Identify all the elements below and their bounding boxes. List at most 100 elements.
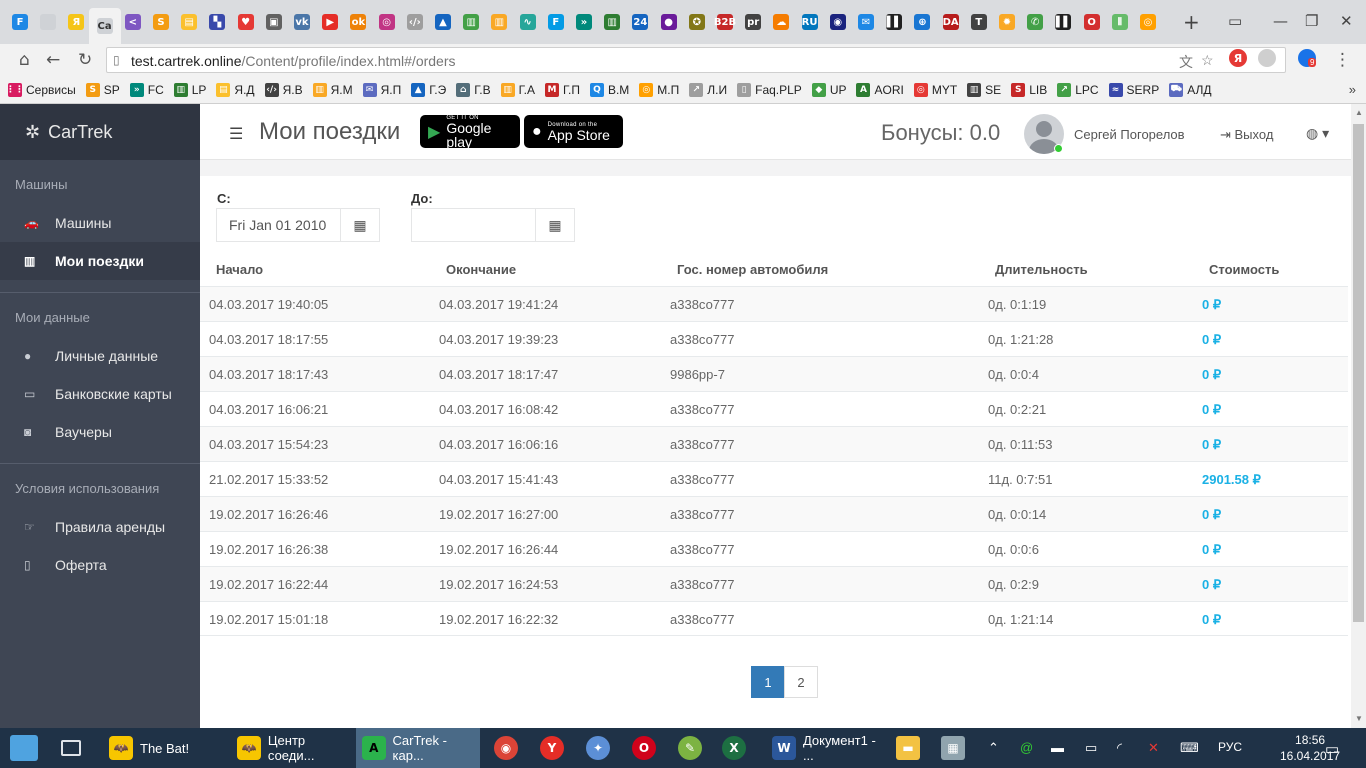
file-explorer-icon[interactable]: ▬ <box>896 736 920 760</box>
new-tab-button[interactable]: + <box>1183 12 1200 32</box>
browser-tab[interactable]: B2B <box>714 8 736 36</box>
browser-tab[interactable]: ▥ <box>461 8 481 36</box>
back-icon[interactable]: ← <box>46 50 60 70</box>
browser-tab[interactable]: ok <box>348 8 368 36</box>
browser-tab[interactable]: ● <box>659 8 679 36</box>
start-button[interactable] <box>0 728 48 768</box>
calculator-icon[interactable]: ▦ <box>941 736 965 760</box>
bookmark-14[interactable]: ↗ Л.И <box>689 82 727 97</box>
browser-tab[interactable]: ∿ <box>518 8 538 36</box>
col-start-header[interactable]: Начало <box>216 262 263 286</box>
yandex-extension-icon[interactable]: Я <box>1229 49 1247 67</box>
google-play-badge[interactable]: ▶ GET IT ON Google play <box>420 115 520 149</box>
bookmark-6[interactable]: ▥ Я.М <box>312 82 353 97</box>
close-window-button[interactable]: ✕ <box>1340 12 1353 30</box>
table-row[interactable]: 19.02.2017 15:01:18 19.02.2017 16:22:32 а3… <box>200 601 1348 636</box>
browser-menu-icon[interactable]: ⋮ <box>1334 50 1351 70</box>
bookmark-22[interactable]: ≈ SERP <box>1108 82 1159 97</box>
sidebar-item[interactable]: 🚗 Машины <box>0 204 200 242</box>
col-end-header[interactable]: Окончание <box>446 262 516 286</box>
bookmark-11[interactable]: M Г.П <box>544 82 580 97</box>
table-row[interactable]: 19.02.2017 16:26:38 19.02.2017 16:26:44 а3… <box>200 531 1348 566</box>
table-row[interactable]: 04.03.2017 19:40:05 04.03.2017 19:41:24 а3… <box>200 286 1348 321</box>
calendar-from-button[interactable]: ▦ <box>340 208 380 242</box>
home-icon[interactable]: ⌂ <box>19 50 30 70</box>
bookmark-10[interactable]: ▥ Г.А <box>500 82 535 97</box>
browser-tab[interactable]: ▌▌ <box>1053 8 1073 36</box>
browser-tab[interactable]: Са <box>88 8 121 44</box>
bookmark-21[interactable]: ↗ LPC <box>1057 82 1099 97</box>
sidebar-item[interactable]: ● Личные данные <box>0 337 200 375</box>
language-globe-icon[interactable]: ◍ ▾ <box>1306 125 1329 142</box>
browser-tab[interactable]: ▥ <box>602 8 622 36</box>
browser-tab[interactable]: S <box>151 8 171 36</box>
bookmark-9[interactable]: ⌂ Г.В <box>456 82 491 97</box>
address-bar[interactable]: ▯ test.cartrek.online/Content/profile/in… <box>106 47 1286 73</box>
col-duration-header[interactable]: Длительность <box>995 262 1088 286</box>
browser-tab[interactable]: 24 <box>630 8 650 36</box>
bookmark-17[interactable]: A AORI <box>856 82 904 97</box>
browser-tab[interactable]: ◉ <box>828 8 848 36</box>
date-from-input[interactable] <box>216 208 341 242</box>
logout-link[interactable]: ⇥ Выход <box>1220 127 1273 143</box>
taskbar-window-button[interactable]: A CarTrek - кар... <box>356 728 480 768</box>
bookmark-20[interactable]: S LIB <box>1011 82 1047 97</box>
table-row[interactable]: 04.03.2017 18:17:55 04.03.2017 19:39:23 а3… <box>200 321 1348 356</box>
browser-tab[interactable]: ⊕ <box>912 8 932 36</box>
col-cost-header[interactable]: Стоимость <box>1209 262 1279 286</box>
browser-tab[interactable]: ✉ <box>856 8 876 36</box>
restore-tabs-icon[interactable]: ▭ <box>1228 12 1242 30</box>
browser-tab[interactable]: DA <box>941 8 961 36</box>
browser-tab[interactable]: ✹ <box>997 8 1017 36</box>
bookmark-1[interactable]: S SP <box>85 82 120 97</box>
sidebar-item[interactable]: ◙ Ваучеры <box>0 413 200 451</box>
col-plate-header[interactable]: Гос. номер автомобиля <box>677 262 828 286</box>
page-2-button[interactable]: 2 <box>784 666 818 698</box>
sidebar-item[interactable]: ☞ Правила аренды <box>0 508 200 546</box>
bookmark-7[interactable]: ✉ Я.П <box>362 82 401 97</box>
browser-tab[interactable]: Я <box>66 8 86 36</box>
app-store-badge[interactable]: ● Download on the App Store <box>524 115 623 148</box>
browser-tab[interactable]: ✪ <box>687 8 707 36</box>
page-info-icon[interactable]: ▯ <box>113 53 120 67</box>
page-1-button[interactable]: 1 <box>751 666 785 698</box>
bookmarks-more-icon[interactable]: » <box>1349 82 1356 97</box>
bookmark-4[interactable]: ▤ Я.Д <box>216 82 255 97</box>
calendar-to-button[interactable]: ▦ <box>535 208 575 242</box>
browser-tab[interactable]: ▥ <box>489 8 509 36</box>
taskbar-window-button[interactable]: 🦇 Центр соеди... <box>231 728 355 768</box>
tray-language[interactable]: РУС <box>1218 740 1242 754</box>
date-to-input[interactable] <box>411 208 536 242</box>
browser-tab[interactable]: ✆ <box>1025 8 1045 36</box>
tray-flag-icon[interactable]: ▬ <box>1051 740 1064 755</box>
taskbar-word-window[interactable]: W Документ1 - ... <box>766 728 890 768</box>
tray-at-icon[interactable]: @ <box>1020 740 1033 755</box>
sidebar-item[interactable]: ▯ Оферта <box>0 546 200 584</box>
extension-badge-icon[interactable]: 9 <box>1298 49 1317 67</box>
browser-tab[interactable]: T <box>969 8 989 36</box>
browser-tab[interactable]: ⫴ <box>1110 8 1130 36</box>
bookmark-19[interactable]: ▥ SE <box>967 82 1001 97</box>
notifications-icon[interactable]: ▭ <box>1325 740 1339 758</box>
tray-mute-icon[interactable]: ✕ <box>1148 740 1159 756</box>
browser-tab[interactable]: ♥ <box>236 8 256 36</box>
bookmark-3[interactable]: ▥ LP <box>173 82 206 97</box>
scroll-up-icon[interactable]: ▲ <box>1355 108 1363 117</box>
bookmark-16[interactable]: ◆ UP <box>811 82 846 97</box>
bookmark-0[interactable]: ⋮⋮ Сервисы <box>6 82 76 97</box>
notepad-icon[interactable]: ✎ <box>678 736 702 760</box>
hamburger-icon[interactable]: ☰ <box>229 124 243 144</box>
user-name[interactable]: Сергей Погорелов <box>1074 127 1185 142</box>
browser-tab[interactable]: ▲ <box>433 8 453 36</box>
maximize-button[interactable]: ❐ <box>1305 12 1318 30</box>
browser-tab[interactable]: O <box>1082 8 1102 36</box>
browser-tab[interactable]: RU <box>800 8 820 36</box>
taskbar-window-button[interactable]: 🦇 The Bat! <box>103 728 227 768</box>
bookmark-8[interactable]: ▲ Г.Э <box>411 82 446 97</box>
table-row[interactable]: 04.03.2017 18:17:43 04.03.2017 18:17:47 99… <box>200 356 1348 391</box>
bookmark-18[interactable]: ◎ MYT <box>913 82 957 97</box>
bookmark-5[interactable]: ‹/› Я.В <box>264 82 303 97</box>
bookmark-23[interactable]: ⛟ АЛД <box>1169 82 1212 97</box>
tray-overflow-icon[interactable]: ⌃ <box>988 740 999 756</box>
logo[interactable]: ✲ CarTrek <box>0 104 200 160</box>
